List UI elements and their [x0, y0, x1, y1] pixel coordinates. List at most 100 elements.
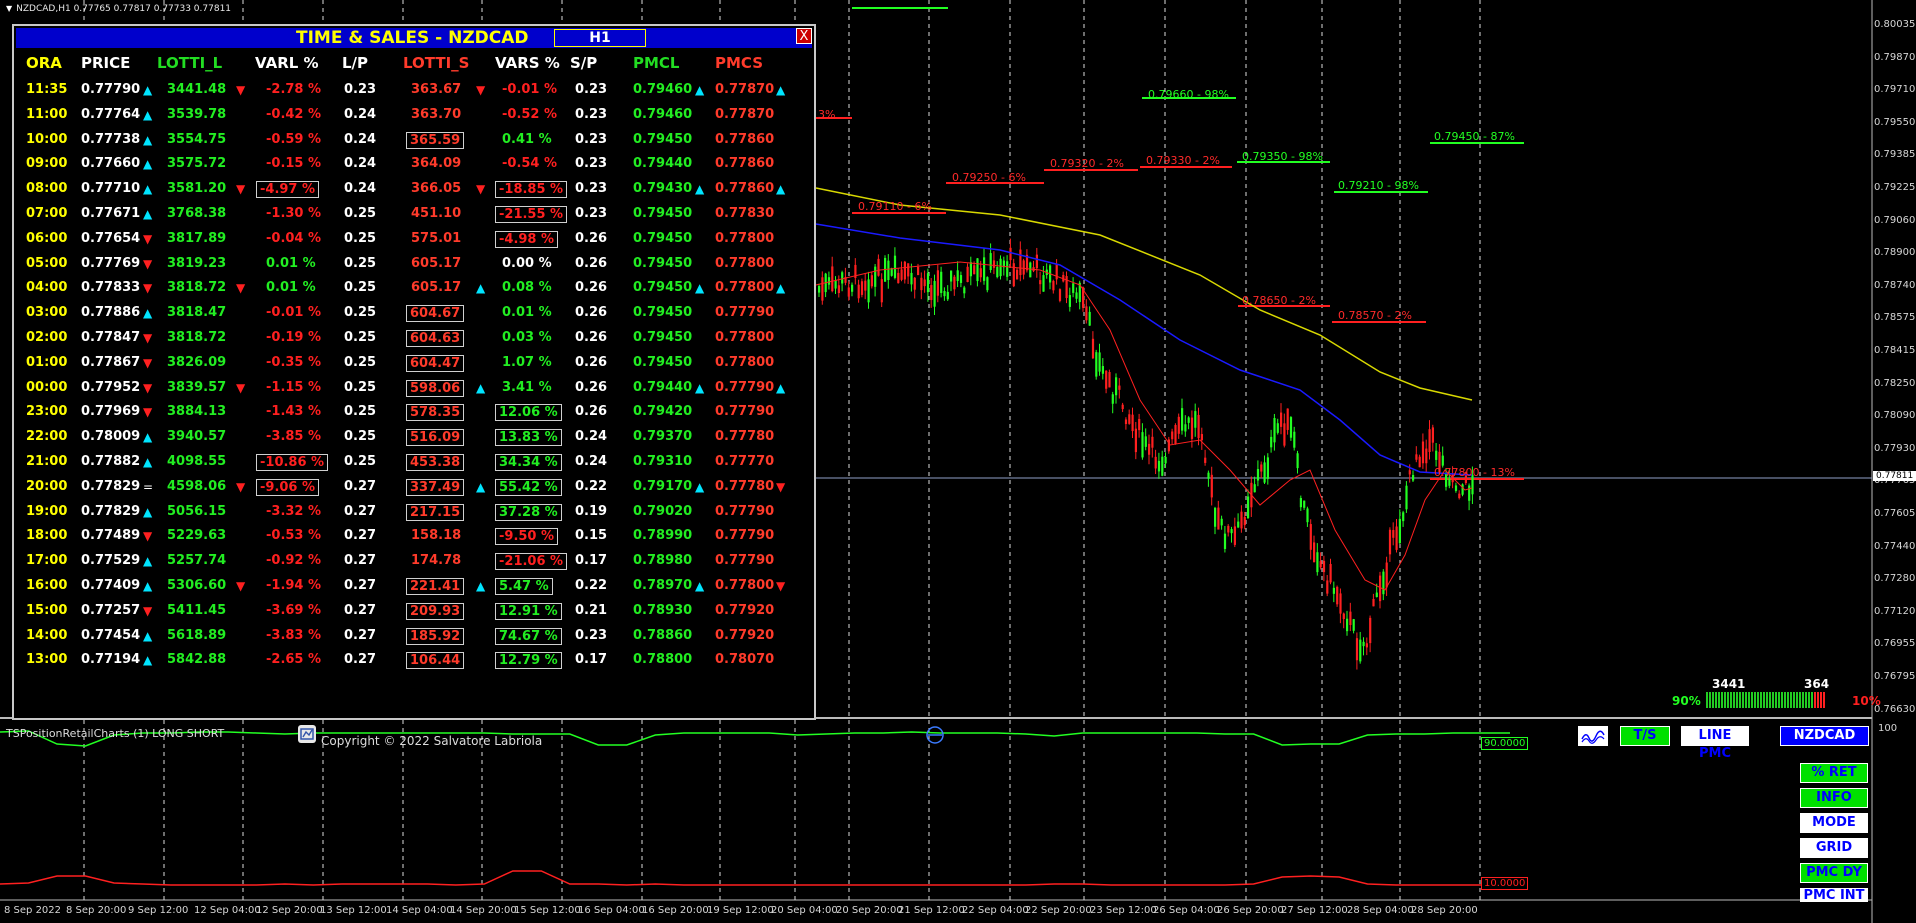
ts-header[interactable]: S/P [570, 54, 597, 72]
ts-row[interactable]: 11:35 0.77790 ▲ 3441.48 ▼ -2.78 % 0.23 363.67 ▼ -… [14, 82, 814, 104]
time-and-sales-panel[interactable]: TIME & SALES - NZDCAD H1 X ORA PRICE LOTTI… [12, 24, 816, 720]
arrow-down-icon: ▼ [143, 355, 153, 370]
ts-row[interactable]: 08:00 0.77710 ▲ 3581.20 ▼ -4.97 % 0.24 366.05 ▼ -… [14, 181, 814, 203]
ts-header[interactable]: PMCL [633, 54, 680, 72]
ts-lotti-s: 106.44 [406, 652, 465, 670]
ts-row[interactable]: 10:00 0.77738 ▲ 3554.75 -0.59 % 0.24 365.59 0.4… [14, 131, 814, 154]
time-tick-label: 26 Sep 04:00 [1153, 905, 1220, 916]
ts-row[interactable]: 04:00 0.77833 ▼ 3818.72 ▼ 0.01 % 0.25 605.17 ▲ 0.… [14, 280, 814, 302]
ts-header[interactable]: PRICE [81, 54, 130, 72]
line-pmc-button[interactable]: LINE PMC [1681, 726, 1749, 761]
candle-body [976, 258, 979, 282]
ts-header[interactable]: PMCS [715, 54, 763, 72]
menu-triangle-icon[interactable]: ▼ [6, 4, 12, 13]
ts-time: 14:00 [26, 627, 68, 643]
ts-pmcs: 0.77870 [715, 106, 775, 122]
ts-lotti-s: 605.17 [411, 255, 462, 271]
level-label: 0.79210 - 98% [1338, 179, 1419, 192]
ts-varl: 0.01 % [266, 280, 316, 296]
ts-row[interactable]: 17:00 0.77529 ▲ 5257.74 -0.92 % 0.27 174.78 -21… [14, 553, 814, 575]
ts-row[interactable]: 16:00 0.77409 ▲ 5306.60 ▼ -1.94 % 0.27 221.41 ▲ 5… [14, 578, 814, 600]
ts-vars: 13.83 % [495, 429, 562, 447]
ts-row[interactable]: 01:00 0.77867 ▼ 3826.09 -0.35 % 0.25 604.47 1.0… [14, 354, 814, 377]
ts-price: 0.77489 [81, 528, 141, 544]
price-tick-label: 0.79710 [1874, 84, 1916, 96]
ts-pmcs: 0.77790 [715, 553, 775, 569]
ts-pmcl: 0.79440 [633, 156, 693, 172]
ts-row[interactable]: 07:00 0.77671 ▲ 3768.38 -1.30 % 0.25 451.10 -21… [14, 206, 814, 228]
short-bar-segment [1820, 692, 1822, 708]
ts-row[interactable]: 05:00 0.77769 ▼ 3819.23 0.01 % 0.25 605.17 0.00… [14, 256, 814, 278]
candle-body [1342, 613, 1345, 620]
ts-lotti-l: 3818.47 [167, 305, 227, 321]
ts-time: 19:00 [26, 503, 68, 519]
ts-row[interactable]: 15:00 0.77257 ▼ 5411.45 -3.69 % 0.27 209.93 12.… [14, 602, 814, 625]
candle-body [946, 291, 949, 300]
candle-body [1227, 525, 1230, 533]
ts-lp: 0.24 [344, 156, 377, 172]
ts-header[interactable]: LOTTI_S [403, 54, 469, 72]
ts-header[interactable]: L/P [342, 54, 368, 72]
mode-button[interactable]: MODE [1800, 813, 1868, 833]
ts-pmcl: 0.78800 [633, 652, 693, 668]
ts-row[interactable]: 14:00 0.77454 ▲ 5618.89 -3.83 % 0.27 185.92 74.… [14, 627, 814, 650]
ts-row[interactable]: 22:00 0.78009 ▲ 3940.57 -3.85 % 0.25 516.09 13.… [14, 429, 814, 451]
chart-type-icon[interactable] [1578, 726, 1608, 746]
candle-body [1388, 529, 1392, 555]
ts-row[interactable]: 00:00 0.77952 ▼ 3839.57 ▼ -1.15 % 0.25 598.06 ▲ 3… [14, 379, 814, 402]
ts-row[interactable]: 20:00 0.77829 = 4598.06 ▼ -9.06 % 0.27 337.49 ▲ 5… [14, 478, 814, 501]
ts-lotti-l: 3818.72 [167, 330, 227, 345]
price-tick-label: 0.78415 [1874, 345, 1916, 356]
ts-row[interactable]: 21:00 0.77882 ▲ 4098.55 -10.86 % 0.25 453.38 34… [14, 454, 814, 476]
long-bar-segment [1724, 692, 1726, 708]
ts-row[interactable]: 23:00 0.77969 ▼ 3884.13 -1.43 % 0.25 578.35 12.… [14, 404, 814, 426]
ts-pmcl: 0.79450 [633, 206, 693, 221]
ts-row[interactable]: 19:00 0.77829 ▲ 5056.15 -3.32 % 0.27 217.15 37.… [14, 503, 814, 526]
pmc-int-button[interactable]: PMC INT [1800, 888, 1868, 902]
ts-pmcl: 0.78930 [633, 602, 693, 618]
ret-button[interactable]: % RET [1800, 763, 1868, 783]
price-tick-label: 0.78575 [1874, 312, 1916, 324]
symbol-button[interactable]: NZDCAD [1780, 726, 1869, 746]
arrow-down-icon: ▼ [776, 479, 786, 494]
long-bar-segment [1709, 692, 1711, 708]
ts-header[interactable]: ORA [26, 54, 62, 72]
ts-header[interactable]: LOTTI_L [157, 54, 222, 72]
candle-body [851, 284, 854, 292]
ts-vars: 0.01 % [502, 305, 552, 321]
ts-timeframe[interactable]: H1 [554, 29, 646, 47]
long-bar-segment [1760, 692, 1762, 708]
ts-row[interactable]: 06:00 0.77654 ▼ 3817.89 -0.04 % 0.25 575.01 -4.… [14, 230, 814, 253]
pmc-dy-button[interactable]: PMC DY [1800, 863, 1868, 883]
ts-header[interactable]: VARS % [495, 54, 560, 72]
ts-row[interactable]: 18:00 0.77489 ▼ 5229.63 -0.53 % 0.27 158.18 -9.… [14, 528, 814, 550]
candle-body [1468, 485, 1471, 501]
candle-body [969, 262, 972, 277]
close-icon[interactable]: X [796, 28, 812, 44]
ts-title-bar[interactable]: TIME & SALES - NZDCAD H1 [16, 28, 812, 48]
ts-button[interactable]: T/S [1620, 726, 1670, 746]
ts-row[interactable]: 09:00 0.77660 ▲ 3575.72 -0.15 % 0.24 364.09 -0.… [14, 156, 814, 178]
ts-price: 0.77764 [81, 106, 141, 122]
candle-body [1187, 417, 1190, 423]
ts-lotti-l: 3884.13 [167, 404, 227, 420]
arrow-up-icon: ▲ [143, 207, 153, 221]
price-tick-label: 0.77605 [1874, 508, 1916, 519]
indicator-name: TSPositionRetailCharts (1) LONG SHORT [6, 727, 225, 740]
level-label: 0.79350 - 98% [1242, 150, 1323, 163]
ts-row[interactable]: 03:00 0.77886 ▲ 3818.47 -0.01 % 0.25 604.67 0.0… [14, 305, 814, 327]
info-button[interactable]: INFO [1800, 788, 1868, 808]
grid-button[interactable]: GRID [1800, 838, 1868, 858]
long-bar-segment [1787, 692, 1789, 708]
ts-row[interactable]: 11:00 0.77764 ▲ 3539.78 -0.42 % 0.24 363.70 -0.… [14, 107, 814, 129]
arrow-up-icon: ▲ [143, 182, 153, 197]
ts-header[interactable]: VARL % [255, 54, 319, 72]
ts-row[interactable]: 02:00 0.77847 ▼ 3818.72 -0.19 % 0.25 604.63 0.0… [14, 330, 814, 352]
ts-row[interactable]: 13:00 0.77194 ▲ 5842.88 -2.65 % 0.27 106.44 12.… [14, 652, 814, 674]
level-label: 0.78650 - 2% [1242, 294, 1316, 307]
candle-body [1339, 593, 1342, 614]
ts-vars: 12.06 % [495, 404, 562, 422]
candle-body [1115, 377, 1118, 396]
ts-pmcl: 0.79450 [633, 280, 693, 296]
ts-time: 17:00 [26, 553, 68, 569]
